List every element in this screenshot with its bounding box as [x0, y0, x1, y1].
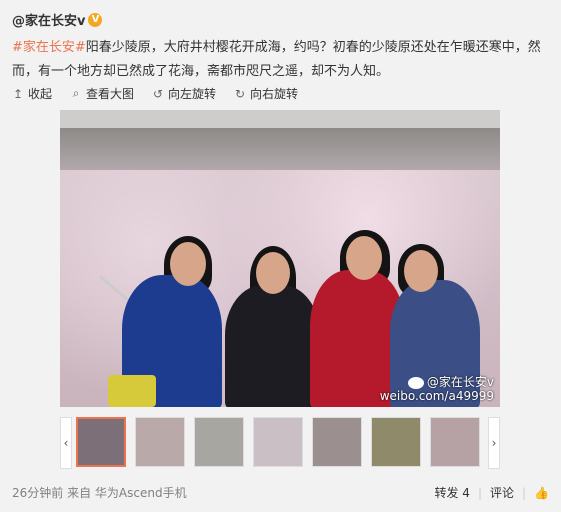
weibo-logo-icon	[407, 376, 424, 389]
main-photo[interactable]: @家在长安v weibo.com/a49999	[60, 110, 500, 407]
person-face	[404, 250, 438, 292]
yellow-bag	[108, 375, 156, 407]
post-text: 阳春少陵原，大府井村樱花开成海，约吗？初春的少陵原还处在乍暖还寒中，然而，有一个…	[12, 40, 541, 79]
thumbnail-strip: ‹ ›	[60, 413, 500, 471]
divider: |	[522, 485, 527, 500]
topic-tag[interactable]: #家在长安#	[12, 40, 86, 55]
divider: |	[477, 485, 482, 500]
thumbnail[interactable]	[430, 417, 480, 467]
thumbnail-list	[76, 417, 489, 467]
rotate-left-icon: ↺	[153, 86, 164, 101]
rotate-right-button[interactable]: ↻ 向右旋转	[234, 85, 298, 102]
collapse-button[interactable]: ↥ 收起	[12, 85, 52, 102]
comment-button[interactable]: 评论	[490, 484, 514, 501]
view-large-button[interactable]: ⌕ 查看大图	[70, 85, 134, 102]
author-name[interactable]: @家在长安v V	[12, 10, 103, 29]
prev-arrow-icon[interactable]: ‹	[60, 417, 72, 469]
photo-watermark: @家在长安v weibo.com/a49999	[379, 375, 494, 403]
person-face	[170, 242, 206, 286]
search-icon: ⌕	[72, 86, 80, 100]
thumbnail[interactable]	[76, 417, 126, 467]
image-toolbar: ↥ 收起 ⌕ 查看大图 ↺ 向左旋转 ↻ 向右旋转	[12, 85, 316, 102]
person-black-coat	[225, 285, 320, 407]
collapse-icon: ↥	[12, 86, 24, 101]
thumbnail[interactable]	[194, 417, 244, 467]
weibo-card: @家在长安v V #家在长安#阳春少陵原，大府井村樱花开成海，约吗？初春的少陵原…	[0, 0, 561, 512]
thumbnail[interactable]	[371, 417, 421, 467]
rotate-right-icon: ↻	[235, 86, 246, 101]
verified-badge-icon: V	[88, 12, 103, 27]
rotate-left-button[interactable]: ↺ 向左旋转	[152, 85, 216, 102]
post-footer: 26分钟前 来自 华为Ascend手机 转发 4 | 评论 | 👍	[12, 484, 549, 501]
thumbnail[interactable]	[135, 417, 185, 467]
person-face	[256, 252, 290, 294]
thumbnail[interactable]	[312, 417, 362, 467]
post-actions: 转发 4 | 评论 | 👍	[434, 484, 549, 501]
thumbs-up-icon[interactable]: 👍	[534, 486, 549, 500]
next-arrow-icon[interactable]: ›	[488, 417, 500, 469]
post-meta: 26分钟前 来自 华为Ascend手机	[12, 486, 187, 500]
repost-button[interactable]: 转发 4	[434, 484, 469, 501]
post-content: #家在长安#阳春少陵原，大府井村樱花开成海，约吗？初春的少陵原还处在乍暖还寒中，…	[12, 36, 552, 84]
person-face	[346, 236, 382, 280]
thumbnail[interactable]	[253, 417, 303, 467]
